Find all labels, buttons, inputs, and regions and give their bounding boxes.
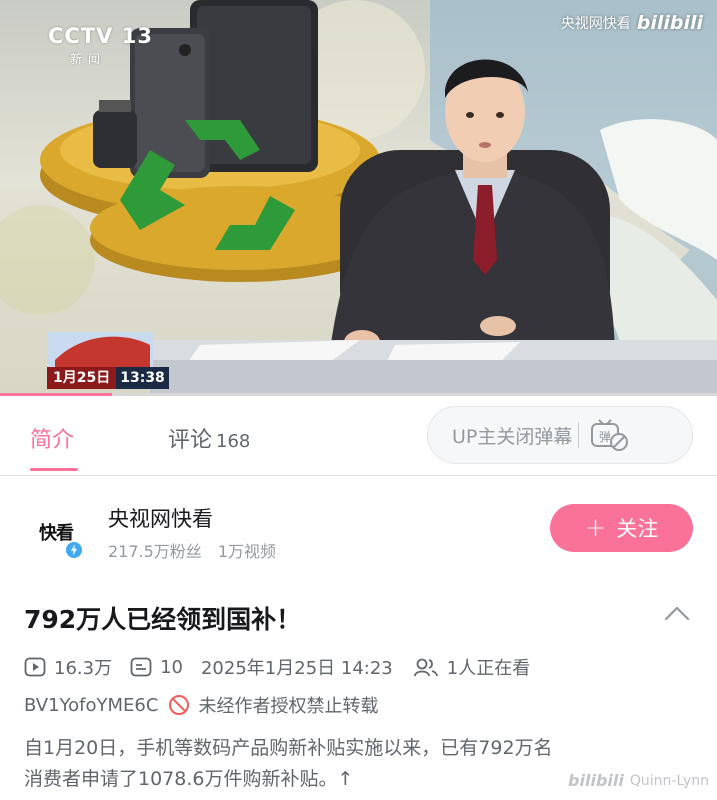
content-tabs: 简介 评论 168 UP主关闭弹幕 弹: [0, 396, 717, 476]
no-repost-icon: [169, 695, 190, 715]
broadcast-date: 1月25日: [47, 367, 117, 389]
watching-now-value: 1人正在看: [446, 658, 531, 679]
video-meta-row: 16.3万 10 2025年1月25日 14:23 1人正在看: [24, 654, 548, 680]
danmaku-count-value: 10: [160, 656, 183, 678]
bilibili-logo: bilibili: [636, 12, 703, 34]
svg-text:弹: 弹: [599, 430, 611, 444]
top-watermark: 央视网快看 bilibili: [561, 12, 703, 34]
uploader-name[interactable]: 央视网快看: [108, 503, 213, 533]
chevron-up-icon[interactable]: [664, 604, 690, 624]
description-line-1: 自1月20日，手机等数码产品购新补贴实施以来，已有792万名: [24, 737, 553, 759]
danmaku-off-icon[interactable]: 弹: [589, 418, 629, 452]
follow-label: 关注: [616, 517, 659, 541]
watermark-source: 央视网快看: [560, 16, 631, 32]
bvid-row: BV1YofoYME6C 未经作者授权禁止转载: [24, 692, 378, 718]
bottom-watermark: bilibili Quinn-Lynn: [568, 771, 709, 790]
bvid[interactable]: BV1YofoYME6C: [24, 695, 158, 716]
tab-intro[interactable]: 简介: [30, 422, 74, 454]
bilibili-watermark-logo: bilibili: [568, 771, 624, 790]
play-icon: [24, 657, 46, 677]
repost-notice: 未经作者授权禁止转载: [198, 696, 379, 717]
video-count: 1万视频: [217, 542, 276, 561]
plus-icon: +: [584, 513, 607, 543]
verified-lightning-icon: [64, 540, 84, 560]
danmaku-disabled-label: UP主关闭弹幕: [452, 425, 573, 448]
tab-comments[interactable]: 评论 168: [168, 422, 250, 454]
danmaku-input[interactable]: UP主关闭弹幕 弹: [427, 406, 693, 464]
video-player[interactable]: CCTV 13 新闻 央视网快看 bilibili 1月25日 13:38: [0, 0, 717, 396]
active-tab-indicator: [30, 468, 78, 471]
danmaku-count: 10: [130, 657, 183, 678]
uploader-stats: 217.5万粉丝 1万视频: [108, 538, 276, 562]
follow-button[interactable]: + 关注: [550, 504, 693, 552]
video-title: 792万人已经领到国补！: [24, 605, 302, 634]
danmaku-icon: [130, 657, 152, 677]
play-count-value: 16.3万: [54, 658, 113, 679]
watermark-user: Quinn-Lynn: [629, 772, 709, 789]
video-frame: [0, 0, 717, 396]
uploader-card: 快看 央视网快看 217.5万粉丝 1万视频 + 关注: [0, 490, 717, 570]
tab-comments-label: 评论: [168, 428, 213, 453]
broadcast-time-badge: 1月25日 13:38: [47, 367, 169, 389]
publish-time: 2025年1月25日 14:23: [200, 658, 393, 679]
cctv-news-label: 新闻: [70, 52, 107, 66]
cctv-channel-logo: CCTV 13: [48, 24, 153, 48]
comments-count: 168: [216, 431, 251, 452]
fans-count: 217.5万粉丝: [108, 542, 202, 561]
danmaku-divider: [578, 422, 580, 448]
watching-now: 1人正在看: [413, 654, 530, 680]
viewers-icon: [413, 658, 438, 677]
broadcast-time: 13:38: [120, 370, 165, 386]
play-count: 16.3万: [24, 654, 112, 680]
